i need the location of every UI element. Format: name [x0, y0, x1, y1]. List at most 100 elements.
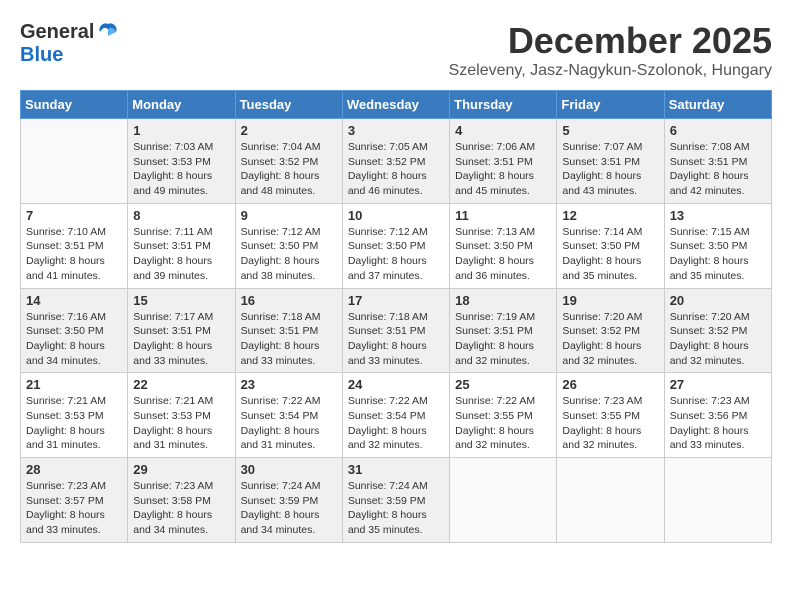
calendar-week-row: 14Sunrise: 7:16 AM Sunset: 3:50 PM Dayli… [21, 288, 772, 373]
day-info: Sunrise: 7:22 AM Sunset: 3:54 PM Dayligh… [348, 394, 444, 453]
calendar-day-cell: 12 Sunrise: 7:14 AM Sunset: 3:50 PM Dayli… [557, 203, 664, 288]
day-info: Sunrise: 7:19 AM Sunset: 3:51 PM Dayligh… [455, 310, 551, 369]
day-number: 19 [562, 293, 658, 308]
calendar-day-cell: 24 Sunrise: 7:22 AM Sunset: 3:54 PM Dayli… [342, 373, 449, 458]
calendar-day-cell: 2Sunrise: 7:04 AM Sunset: 3:52 PM Daylig… [235, 119, 342, 204]
day-info: Sunrise: 7:11 AM Sunset: 3:51 PM Dayligh… [133, 225, 229, 284]
calendar-day-cell: 1 Sunrise: 7:03 AM Sunset: 3:53 PM Daylig… [128, 119, 235, 204]
day-info: Sunrise: 7:22 AM Sunset: 3:54 PM Dayligh… [241, 394, 337, 453]
calendar-day-cell: 4 Sunrise: 7:06 AM Sunset: 3:51 PM Daylig… [450, 119, 557, 204]
day-info: Sunrise: 7:03 AM Sunset: 3:53 PM Dayligh… [133, 140, 229, 199]
day-number: 24 [348, 377, 444, 392]
day-number: 9 [241, 208, 337, 223]
day-number: 5 [562, 123, 658, 138]
calendar-header-cell: Monday [128, 91, 235, 119]
calendar-header-cell: Saturday [664, 91, 771, 119]
day-info: Sunrise: 7:23 AM Sunset: 3:58 PM Dayligh… [133, 479, 229, 538]
day-number: 14 [26, 293, 122, 308]
location-title: Szeleveny, Jasz-Nagykun-Szolonok, Hungar… [449, 62, 772, 80]
day-number: 12 [562, 208, 658, 223]
calendar-day-cell: 20 Sunrise: 7:20 AM Sunset: 3:52 PM Dayli… [664, 288, 771, 373]
day-number: 20 [670, 293, 766, 308]
day-info: Sunrise: 7:14 AM Sunset: 3:50 PM Dayligh… [562, 225, 658, 284]
day-number: 16 [241, 293, 337, 308]
day-number: 21 [26, 377, 122, 392]
calendar-day-cell: 8 Sunrise: 7:11 AM Sunset: 3:51 PM Daylig… [128, 203, 235, 288]
logo-general-text: General [20, 21, 94, 44]
day-info: Sunrise: 7:24 AM Sunset: 3:59 PM Dayligh… [241, 479, 337, 538]
calendar-day-cell: 31Sunrise: 7:24 AM Sunset: 3:59 PM Dayli… [342, 458, 449, 543]
day-number: 13 [670, 208, 766, 223]
calendar-day-cell: 30 Sunrise: 7:24 AM Sunset: 3:59 PM Dayli… [235, 458, 342, 543]
day-info: Sunrise: 7:17 AM Sunset: 3:51 PM Dayligh… [133, 310, 229, 369]
calendar-day-cell: 28Sunrise: 7:23 AM Sunset: 3:57 PM Dayli… [21, 458, 128, 543]
calendar-week-row: 1 Sunrise: 7:03 AM Sunset: 3:53 PM Daylig… [21, 119, 772, 204]
day-number: 18 [455, 293, 551, 308]
calendar-day-cell: 22Sunrise: 7:21 AM Sunset: 3:53 PM Dayli… [128, 373, 235, 458]
calendar-day-cell: 17Sunrise: 7:18 AM Sunset: 3:51 PM Dayli… [342, 288, 449, 373]
calendar-day-cell: 9 Sunrise: 7:12 AM Sunset: 3:50 PM Daylig… [235, 203, 342, 288]
calendar-day-cell [557, 458, 664, 543]
calendar-week-row: 7 Sunrise: 7:10 AM Sunset: 3:51 PM Daylig… [21, 203, 772, 288]
day-info: Sunrise: 7:22 AM Sunset: 3:55 PM Dayligh… [455, 394, 551, 453]
logo-bird-icon [96, 20, 120, 44]
day-info: Sunrise: 7:05 AM Sunset: 3:52 PM Dayligh… [348, 140, 444, 199]
calendar-header-cell: Tuesday [235, 91, 342, 119]
calendar-day-cell: 18 Sunrise: 7:19 AM Sunset: 3:51 PM Dayli… [450, 288, 557, 373]
logo: General Blue [20, 20, 120, 67]
day-info: Sunrise: 7:24 AM Sunset: 3:59 PM Dayligh… [348, 479, 444, 538]
day-number: 1 [133, 123, 229, 138]
calendar-day-cell: 14Sunrise: 7:16 AM Sunset: 3:50 PM Dayli… [21, 288, 128, 373]
day-number: 3 [348, 123, 444, 138]
day-number: 11 [455, 208, 551, 223]
calendar-day-cell: 16 Sunrise: 7:18 AM Sunset: 3:51 PM Dayli… [235, 288, 342, 373]
day-number: 30 [241, 462, 337, 477]
calendar-body: 1 Sunrise: 7:03 AM Sunset: 3:53 PM Daylig… [21, 119, 772, 543]
day-info: Sunrise: 7:18 AM Sunset: 3:51 PM Dayligh… [348, 310, 444, 369]
day-info: Sunrise: 7:10 AM Sunset: 3:51 PM Dayligh… [26, 225, 122, 284]
day-number: 4 [455, 123, 551, 138]
day-number: 23 [241, 377, 337, 392]
calendar-day-cell: 3 Sunrise: 7:05 AM Sunset: 3:52 PM Daylig… [342, 119, 449, 204]
calendar-day-cell: 29 Sunrise: 7:23 AM Sunset: 3:58 PM Dayli… [128, 458, 235, 543]
calendar-day-cell: 23 Sunrise: 7:22 AM Sunset: 3:54 PM Dayli… [235, 373, 342, 458]
calendar-day-cell: 27 Sunrise: 7:23 AM Sunset: 3:56 PM Dayli… [664, 373, 771, 458]
month-title: December 2025 [449, 20, 772, 62]
day-info: Sunrise: 7:13 AM Sunset: 3:50 PM Dayligh… [455, 225, 551, 284]
calendar-header-cell: Friday [557, 91, 664, 119]
day-number: 26 [562, 377, 658, 392]
calendar-day-cell: 7 Sunrise: 7:10 AM Sunset: 3:51 PM Daylig… [21, 203, 128, 288]
calendar-day-cell: 5 Sunrise: 7:07 AM Sunset: 3:51 PM Daylig… [557, 119, 664, 204]
day-info: Sunrise: 7:12 AM Sunset: 3:50 PM Dayligh… [348, 225, 444, 284]
day-number: 2 [241, 123, 337, 138]
day-number: 7 [26, 208, 122, 223]
title-block: December 2025 Szeleveny, Jasz-Nagykun-Sz… [449, 20, 772, 80]
calendar-header-row: SundayMondayTuesdayWednesdayThursdayFrid… [21, 91, 772, 119]
day-info: Sunrise: 7:12 AM Sunset: 3:50 PM Dayligh… [241, 225, 337, 284]
calendar-week-row: 21Sunrise: 7:21 AM Sunset: 3:53 PM Dayli… [21, 373, 772, 458]
calendar-day-cell: 11 Sunrise: 7:13 AM Sunset: 3:50 PM Dayli… [450, 203, 557, 288]
calendar-header-cell: Thursday [450, 91, 557, 119]
day-number: 15 [133, 293, 229, 308]
day-number: 25 [455, 377, 551, 392]
day-info: Sunrise: 7:23 AM Sunset: 3:57 PM Dayligh… [26, 479, 122, 538]
day-number: 29 [133, 462, 229, 477]
day-info: Sunrise: 7:20 AM Sunset: 3:52 PM Dayligh… [562, 310, 658, 369]
day-info: Sunrise: 7:18 AM Sunset: 3:51 PM Dayligh… [241, 310, 337, 369]
day-number: 8 [133, 208, 229, 223]
calendar-day-cell: 19 Sunrise: 7:20 AM Sunset: 3:52 PM Dayli… [557, 288, 664, 373]
day-info: Sunrise: 7:23 AM Sunset: 3:56 PM Dayligh… [670, 394, 766, 453]
day-info: Sunrise: 7:07 AM Sunset: 3:51 PM Dayligh… [562, 140, 658, 199]
calendar-day-cell: 26Sunrise: 7:23 AM Sunset: 3:55 PM Dayli… [557, 373, 664, 458]
calendar-day-cell: 6Sunrise: 7:08 AM Sunset: 3:51 PM Daylig… [664, 119, 771, 204]
calendar-day-cell [21, 119, 128, 204]
day-number: 27 [670, 377, 766, 392]
calendar-day-cell: 10Sunrise: 7:12 AM Sunset: 3:50 PM Dayli… [342, 203, 449, 288]
calendar-header-cell: Wednesday [342, 91, 449, 119]
logo-blue-text: Blue [20, 44, 63, 67]
calendar-header-cell: Sunday [21, 91, 128, 119]
day-info: Sunrise: 7:06 AM Sunset: 3:51 PM Dayligh… [455, 140, 551, 199]
day-info: Sunrise: 7:20 AM Sunset: 3:52 PM Dayligh… [670, 310, 766, 369]
calendar-day-cell [664, 458, 771, 543]
calendar-week-row: 28Sunrise: 7:23 AM Sunset: 3:57 PM Dayli… [21, 458, 772, 543]
